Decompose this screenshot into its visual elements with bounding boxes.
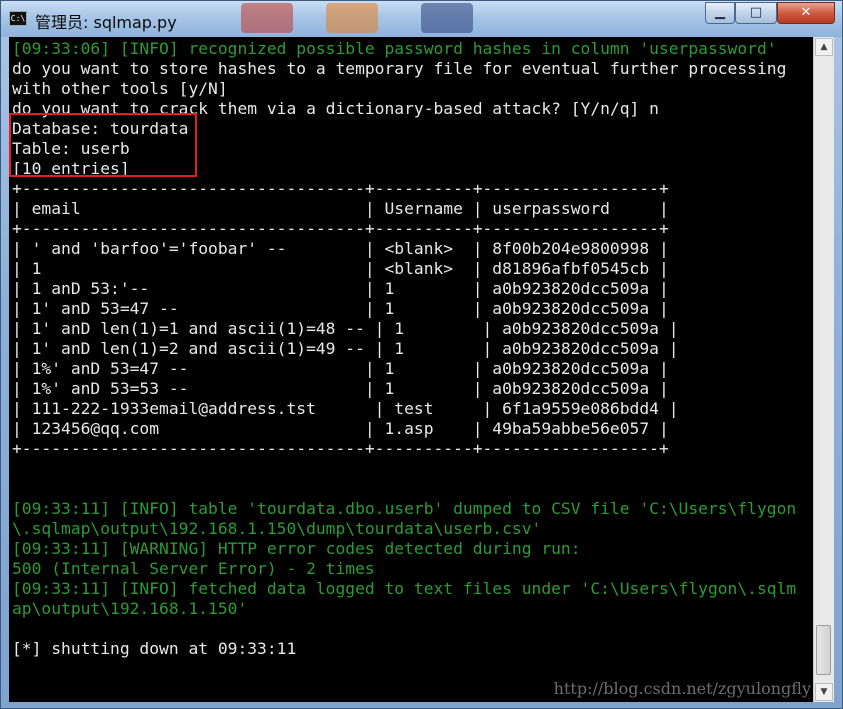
console-line: [09:33:11] [INFO] table 'tourdata.dbo.us… [12, 499, 797, 518]
console-line: ap\output\192.168.1.150' [12, 599, 248, 618]
console-line: [09:33:06] [INFO] recognized possible pa… [12, 39, 777, 58]
console-line: [09:33:11] [INFO] fetched data logged to… [12, 579, 797, 598]
console-line: [*] shutting down at 09:33:11 [12, 639, 297, 658]
console-line: +-----------------------------------+---… [12, 439, 669, 458]
background-thumbnail [421, 3, 473, 33]
console-line: | 1' anD 53=47 -- | 1 | a0b923820dcc509a… [12, 299, 669, 318]
title-bar[interactable]: C:\ 管理员: sqlmap.py ▁ □ ✕ [1, 1, 842, 37]
console-line: \.sqlmap\output\192.168.1.150\dump\tourd… [12, 519, 542, 538]
console-line: | email | Username | userpassword | [12, 199, 669, 218]
highlight-box [9, 113, 197, 177]
console-window: C:\ 管理员: sqlmap.py ▁ □ ✕ [09:33:06] [INF… [0, 0, 843, 709]
console-line: 500 (Internal Server Error) - 2 times [12, 559, 375, 578]
console-line: | 1 anD 53:'-- | 1 | a0b923820dcc509a | [12, 279, 669, 298]
vertical-scrollbar[interactable]: ▲ ▼ [813, 37, 834, 702]
console-line: +-----------------------------------+---… [12, 179, 669, 198]
console-line: | 1%' anD 53=47 -- | 1 | a0b923820dcc509… [12, 359, 669, 378]
console-line: | 111-222-1933email@address.tst | test |… [12, 399, 679, 418]
console-line: | 1' anD len(1)=1 and ascii(1)=48 -- | 1… [12, 319, 679, 338]
minimize-button[interactable]: ▁ [705, 2, 735, 24]
maximize-button[interactable]: □ [735, 2, 777, 24]
console-line: | 1' anD len(1)=2 and ascii(1)=49 -- | 1… [12, 339, 679, 358]
console-line: | ' and 'barfoo'='foobar' -- | <blank> |… [12, 239, 669, 258]
watermark: http://blog.csdn.net/zgyulongfly [553, 679, 811, 698]
console-line: | 1%' anD 53=53 -- | 1 | a0b923820dcc509… [12, 379, 669, 398]
window-title: 管理员: sqlmap.py [35, 13, 177, 32]
console-line: [09:33:11] [WARNING] HTTP error codes de… [12, 539, 581, 558]
scroll-up-button[interactable]: ▲ [815, 38, 833, 56]
scroll-thumb[interactable] [816, 625, 831, 675]
console-line: C:\Python27\sqlmap> [12, 699, 796, 702]
console-line: do you want to store hashes to a tempora… [12, 59, 787, 78]
console-line: with other tools [y/N] [12, 79, 228, 98]
background-thumbnail [241, 3, 293, 33]
background-thumbnail [326, 3, 378, 33]
console-line: | 123456@qq.com | 1.asp | 49ba59abbe56e0… [12, 419, 669, 438]
console-line: +-----------------------------------+---… [12, 219, 669, 238]
close-button[interactable]: ✕ [777, 2, 835, 24]
console-icon: C:\ [9, 11, 27, 26]
console-output[interactable]: [09:33:06] [INFO] recognized possible pa… [9, 37, 813, 702]
console-line: | 1 | <blank> | d81896afbf0545cb | [12, 259, 669, 278]
scroll-down-button[interactable]: ▼ [815, 683, 833, 701]
